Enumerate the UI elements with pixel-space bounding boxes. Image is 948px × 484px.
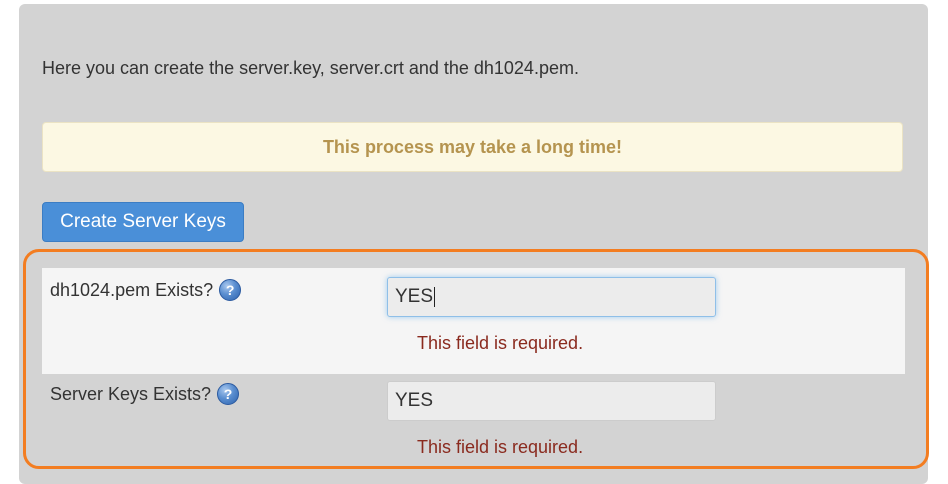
warning-alert: This process may take a long time! [42, 122, 903, 172]
highlight-annotation-box [23, 249, 929, 469]
intro-text: Here you can create the server.key, serv… [42, 58, 579, 78]
create-server-keys-button[interactable]: Create Server Keys [42, 202, 244, 242]
warning-text: This process may take a long time! [322, 136, 623, 157]
